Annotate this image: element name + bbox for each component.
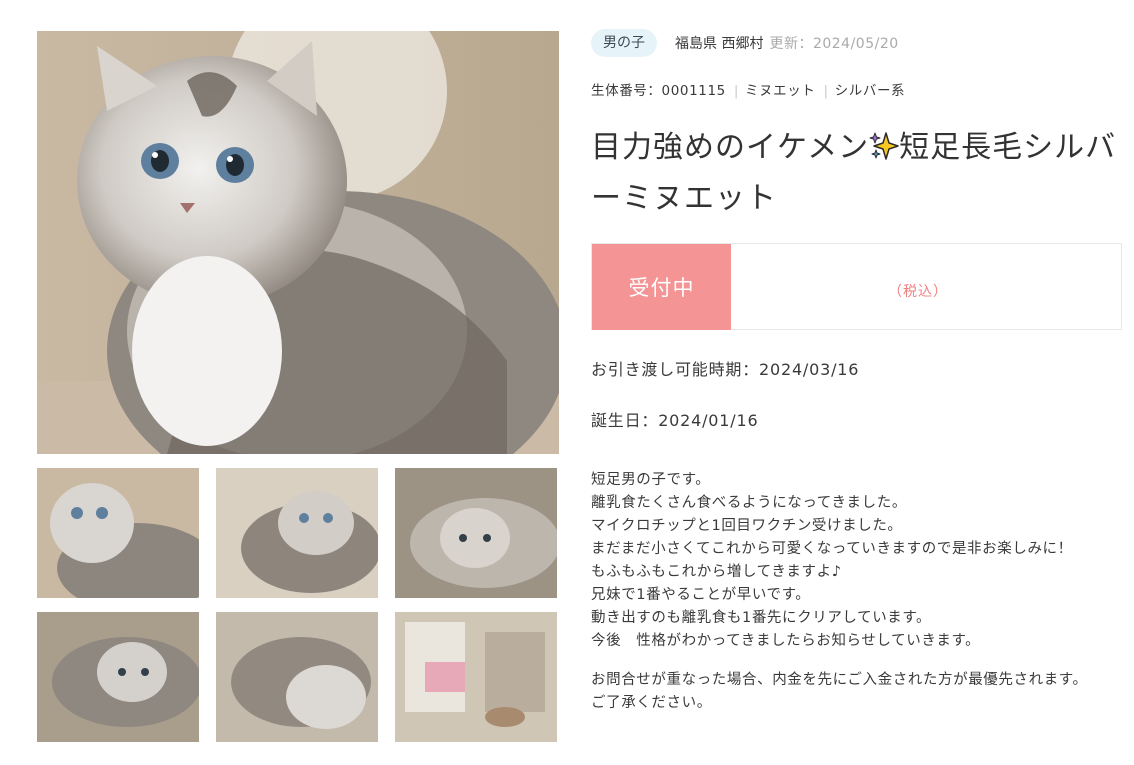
thumbnail-2[interactable] [216, 468, 378, 598]
title-text-1: 目力強めのイケメン [591, 130, 870, 165]
description-line: もふもふもこれから増してきますよ♪ [591, 564, 842, 580]
thumbnail-image [395, 612, 557, 742]
gender-badge: 男の子 [591, 29, 657, 57]
details-row: 生体番号：0001115 | ミヌエット | シルバー系 [591, 79, 905, 99]
description-line: 動き出すのも離乳食も1番先にクリアしています。 [591, 610, 932, 626]
location: 福島県 西郷村 [675, 36, 764, 52]
description-line: まだまだ小さくてこれから可愛くなっていきますので是非お楽しみに！ [591, 541, 1073, 557]
thumbnail-image [216, 468, 378, 598]
status-badge: 受付中 [592, 244, 731, 330]
coat-color: シルバー系 [834, 83, 906, 99]
description: 短足男の子です。 離乳食たくさん食べるようになってきました。 マイクロチップと1… [591, 469, 1121, 715]
main-kitten-photo[interactable] [37, 31, 559, 454]
updated-date: 更新：2024/05/20 [769, 36, 899, 52]
thumbnail-image [216, 612, 378, 742]
notice-line: お問合せが重なった場合、内金を先にご入金された方が最優先されます。 [591, 672, 1088, 688]
pet-id: 生体番号：0001115 [591, 83, 726, 99]
tax-note: （税込） [888, 284, 948, 300]
meta-row: 男の子 福島県 西郷村 更新：2024/05/20 [591, 29, 899, 57]
handover-date: お引き渡し可能時期：2024/03/16 [591, 360, 860, 379]
description-line: 短足男の子です。 [591, 472, 711, 488]
page-title: 目力強めのイケメン 短足長毛シルバーミヌエット [591, 124, 1121, 222]
breed: ミヌエット [744, 83, 816, 99]
thumbnail-image [37, 468, 199, 598]
thumbnail-3[interactable] [395, 468, 557, 598]
description-line: 兄妹で1番やることが早いです。 [591, 587, 811, 603]
separator: | [733, 83, 739, 99]
thumbnail-image [37, 612, 199, 742]
kitten-image [37, 31, 559, 454]
description-line: 離乳食たくさん食べるようになってきました。 [591, 495, 907, 511]
thumbnail-4[interactable] [37, 612, 199, 742]
description-line: マイクロチップと1回目ワクチン受けました。 [591, 518, 903, 534]
thumbnail-6[interactable] [395, 612, 557, 742]
separator: | [823, 83, 829, 99]
birthday: 誕生日：2024/01/16 [591, 411, 759, 430]
description-line: 今後 性格がわかってきましたらお知らせしていきます。 [591, 633, 981, 649]
price-status-box: 受付中 （税込） [591, 243, 1122, 330]
thumbnail-image [395, 468, 557, 598]
sparkles-icon [869, 128, 899, 175]
notice-line: ご了承ください。 [591, 695, 712, 711]
thumbnail-5[interactable] [216, 612, 378, 742]
thumbnail-1[interactable] [37, 468, 199, 598]
